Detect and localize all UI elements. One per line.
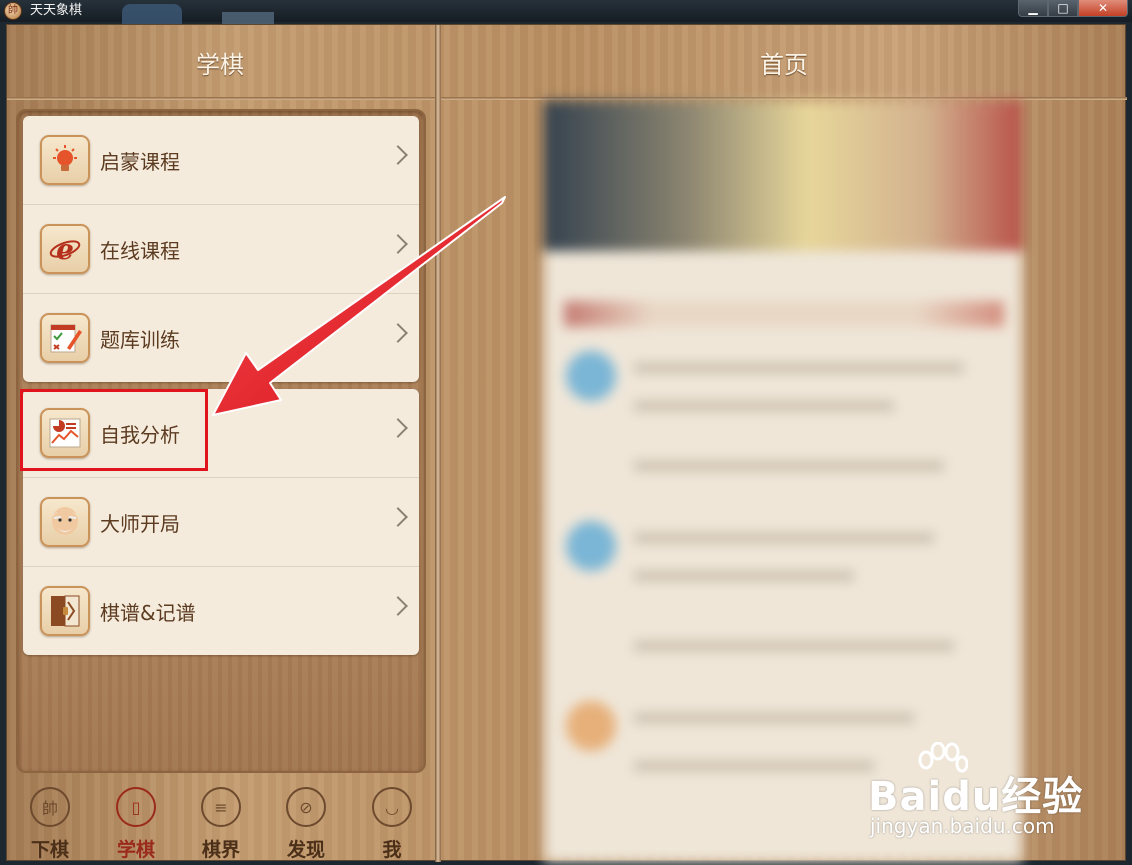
tab-label: 学棋: [116, 839, 155, 861]
book-icon: ▯: [116, 787, 156, 827]
record-book-icon: [40, 586, 90, 636]
baidu-watermark: Baidu经验 jingyan.baidu.com: [864, 742, 1084, 842]
compass-icon: ⊘: [286, 787, 326, 827]
tab-label: 发现: [286, 839, 325, 861]
left-panel-title: 学棋: [196, 51, 244, 79]
app-logo-icon: 帥: [4, 2, 22, 20]
panel-divider: [435, 25, 441, 862]
menu-item-label: 棋谱&记谱: [100, 601, 196, 625]
chat-icon: ≡: [201, 787, 241, 827]
menu-item-chess-records[interactable]: 棋谱&记谱: [23, 567, 419, 655]
chevron-right-icon: [388, 323, 408, 343]
window-title: 天天象棋: [30, 3, 83, 18]
tab-label: 我: [382, 839, 402, 861]
menu-item-label: 启蒙课程: [100, 150, 180, 174]
chevron-right-icon: [388, 418, 408, 438]
chevron-right-icon: [388, 234, 408, 254]
tab-label: 棋界: [201, 839, 240, 861]
menu-item-master-opening[interactable]: 大师开局: [23, 478, 419, 567]
lightbulb-icon: [40, 135, 90, 185]
watermark-url: jingyan.baidu.com: [870, 814, 1055, 838]
menu-item-label: 在线课程: [100, 239, 180, 263]
right-panel-title: 首页: [760, 51, 808, 79]
chess-piece-icon: 帥: [30, 787, 70, 827]
tab-label: 下棋: [30, 839, 69, 861]
minimize-button[interactable]: ▁: [1018, 0, 1048, 17]
annotation-highlight-box: [20, 389, 208, 471]
menu-item-online-course[interactable]: e 在线课程: [23, 205, 419, 294]
bottom-tab-bar: 帥 下棋 ▯ 学棋 ≡ 棋界 ⊘ 发现 ◡ 我: [17, 785, 427, 862]
taskbar-thumbnail: [122, 4, 182, 24]
menu-list: 启蒙课程 e 在线课程 题库训练 自我分析 大师开局 棋谱&记谱: [23, 116, 419, 655]
checklist-pencil-icon: [40, 313, 90, 363]
maximize-button[interactable]: □: [1048, 0, 1078, 17]
chevron-right-icon: [388, 507, 408, 527]
taskbar-thumbnail: [222, 12, 274, 24]
tab-play[interactable]: 帥 下棋: [21, 787, 81, 861]
chevron-right-icon: [388, 596, 408, 616]
tab-me[interactable]: ◡ 我: [363, 787, 423, 861]
close-button[interactable]: ✕: [1078, 0, 1128, 17]
tab-community[interactable]: ≡ 棋界: [192, 787, 252, 861]
menu-item-label: 大师开局: [100, 512, 180, 536]
tab-learn[interactable]: ▯ 学棋: [107, 787, 167, 861]
left-header: 学棋: [7, 25, 433, 99]
menu-item-question-bank[interactable]: 题库训练: [23, 294, 419, 382]
header-divider: [7, 97, 1127, 100]
tab-discover[interactable]: ⊘ 发现: [277, 787, 337, 861]
menu-item-enlightenment-course[interactable]: 启蒙课程: [23, 116, 419, 205]
chevron-right-icon: [388, 145, 408, 165]
window-controls: ▁ □ ✕: [1018, 0, 1128, 18]
person-icon: ◡: [372, 787, 412, 827]
title-bar: 帥 天天象棋 ▁ □ ✕: [0, 0, 1132, 24]
online-e-icon: e: [40, 224, 90, 274]
master-face-icon: [40, 497, 90, 547]
menu-item-label: 题库训练: [100, 328, 180, 352]
menu-group: 启蒙课程 e 在线课程 题库训练: [23, 116, 419, 382]
svg-text:e: e: [56, 233, 74, 266]
